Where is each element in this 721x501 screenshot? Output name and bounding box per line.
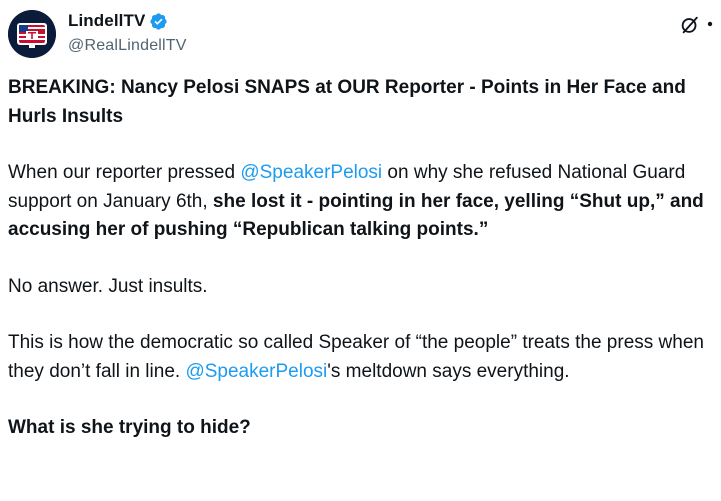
mention-link[interactable]: @SpeakerPelosi <box>185 361 327 382</box>
para3-text-b: 's meltdown says everything. <box>327 360 570 382</box>
tweet-text: BREAKING: Nancy Pelosi SNAPS at OUR Repo… <box>8 74 713 471</box>
para1-text-a: When our reporter pressed <box>8 162 241 183</box>
mention-link[interactable]: @SpeakerPelosi <box>240 162 382 183</box>
tweet-paragraph-2: No answer. Just insults. <box>8 275 208 297</box>
tweet-header: LindellTV @RealLindellTV <box>8 8 713 60</box>
lindelltv-logo-icon <box>8 10 56 58</box>
account-handle[interactable]: @RealLindellTV <box>68 37 187 55</box>
more-icon[interactable] <box>707 21 713 27</box>
avatar[interactable] <box>8 10 56 58</box>
tweet-closing: What is she trying to hide? <box>8 417 251 438</box>
tweet-paragraph-3: This is how the democratic so called Spe… <box>8 329 713 386</box>
tweet-headline: BREAKING: Nancy Pelosi SNAPS at OUR Repo… <box>8 77 686 127</box>
display-name-row: LindellTV <box>68 10 187 32</box>
tweet-paragraph-1: When our reporter pressed @SpeakerPelosi… <box>8 159 713 245</box>
grok-icon[interactable] <box>679 14 701 36</box>
display-name[interactable]: LindellTV <box>68 11 145 31</box>
account-name-block: LindellTV @RealLindellTV <box>68 10 187 55</box>
verified-badge-icon <box>150 12 168 30</box>
